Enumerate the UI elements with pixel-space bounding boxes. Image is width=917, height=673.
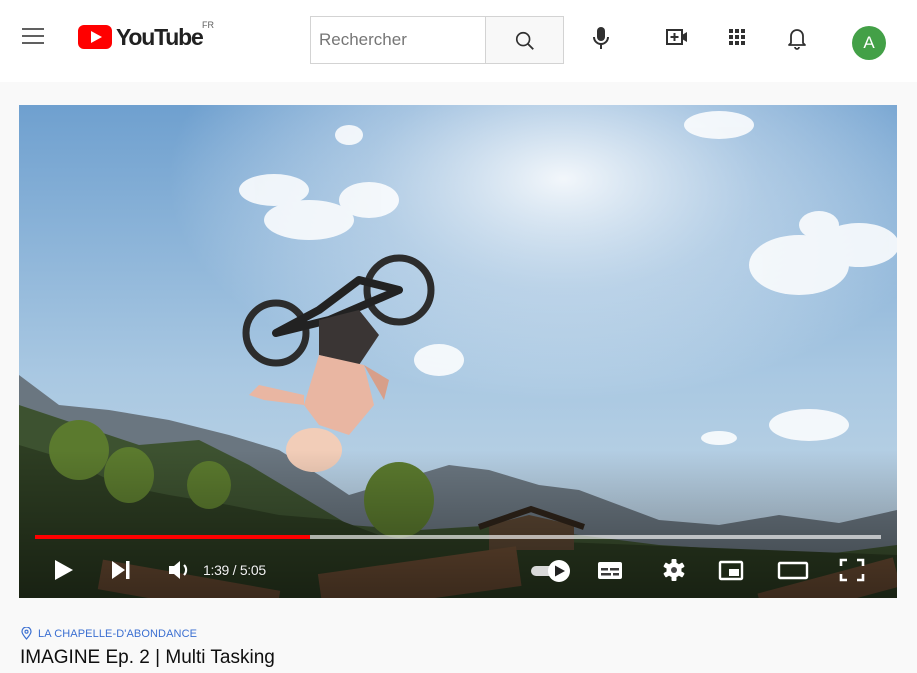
video-plus-icon[interactable] — [664, 24, 692, 52]
logo-text: YouTube — [116, 23, 204, 50]
autoplay-toggle[interactable] — [529, 555, 575, 585]
search-input[interactable] — [311, 17, 495, 63]
location-text: LA CHAPELLE-D'ABONDANCE — [38, 627, 198, 640]
hamburger-menu-icon[interactable] — [22, 28, 44, 46]
video-title: IMAGINE Ep. 2 | Multi Tasking — [20, 647, 275, 668]
settings-gear-icon[interactable] — [659, 555, 689, 585]
masthead: YouTube FR Rechercher A — [0, 0, 917, 82]
bell-icon[interactable] — [784, 24, 812, 52]
subtitles-icon[interactable] — [595, 555, 625, 585]
avatar[interactable]: A — [852, 26, 886, 60]
progress-bar[interactable] — [35, 535, 881, 539]
magnifier-icon — [515, 31, 534, 50]
search-box — [310, 16, 564, 64]
youtube-logo[interactable]: YouTube FR — [78, 20, 214, 50]
location-pin-icon — [21, 627, 32, 640]
location-link[interactable]: LA CHAPELLE-D'ABONDANCE — [21, 627, 197, 640]
volume-icon[interactable] — [165, 555, 195, 585]
play-icon[interactable] — [51, 555, 77, 585]
next-video-icon[interactable] — [107, 555, 135, 585]
progress-played — [35, 535, 310, 539]
search-button[interactable] — [485, 17, 563, 63]
time-display: 1:39 / 5:05 — [203, 562, 266, 578]
theater-mode-icon[interactable] — [775, 555, 811, 585]
youtube-play-logo-icon — [78, 25, 112, 49]
miniplayer-icon[interactable] — [716, 555, 746, 585]
apps-grid-icon[interactable] — [724, 24, 752, 52]
microphone-icon[interactable] — [588, 24, 616, 52]
fullscreen-icon[interactable] — [837, 555, 867, 585]
logo-region-code: FR — [202, 20, 214, 30]
video-player[interactable]: 1:39 / 5:05 — [19, 105, 897, 598]
video-frame-image — [19, 105, 897, 598]
